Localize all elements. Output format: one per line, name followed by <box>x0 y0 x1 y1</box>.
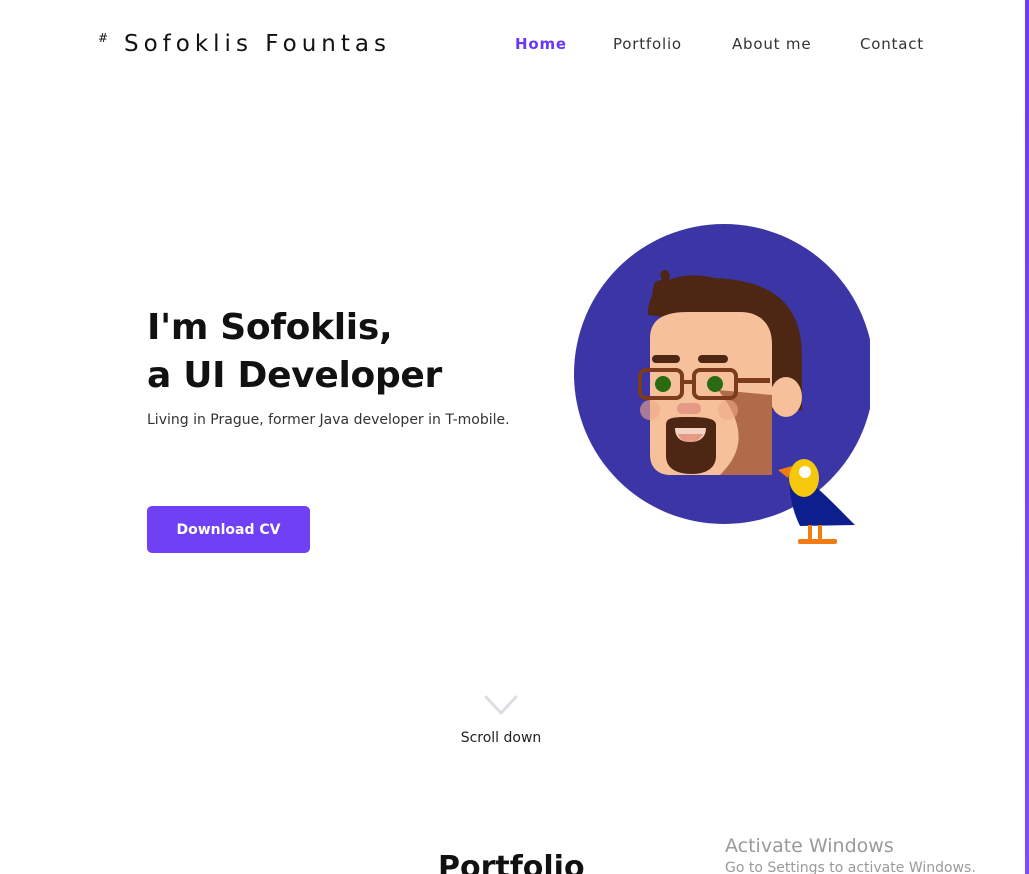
hero-headline-line1: I'm Sofoklis, <box>147 307 393 348</box>
avatar-with-parrot-icon <box>574 224 874 544</box>
scroll-down-label[interactable]: Scroll down <box>437 730 565 746</box>
nav-portfolio[interactable]: Portfolio <box>613 35 682 53</box>
portfolio-section-title: Portfolio <box>438 850 585 874</box>
watermark-message: Go to Settings to activate Windows. <box>725 860 976 874</box>
scrollbar-accent <box>1025 0 1029 874</box>
hero-subtitle: Living in Prague, former Java developer … <box>147 412 510 428</box>
page: # Sofoklis Fountas Home Portfolio About … <box>0 0 1029 874</box>
hero-headline-line2: a UI Developer <box>147 355 442 396</box>
site-logo-link[interactable]: Sofoklis Fountas <box>124 31 391 57</box>
nav-about-me[interactable]: About me <box>732 35 811 53</box>
watermark-title: Activate Windows <box>725 835 894 857</box>
hero-headline: I'm Sofoklis, a UI Developer <box>147 304 442 400</box>
logo-mark: # <box>98 31 109 45</box>
nav-contact[interactable]: Contact <box>860 35 924 53</box>
chevron-down-icon[interactable] <box>484 694 518 716</box>
nav-home[interactable]: Home <box>515 35 567 53</box>
download-cv-button[interactable]: Download CV <box>147 506 310 553</box>
avatar-illustration <box>570 220 874 550</box>
